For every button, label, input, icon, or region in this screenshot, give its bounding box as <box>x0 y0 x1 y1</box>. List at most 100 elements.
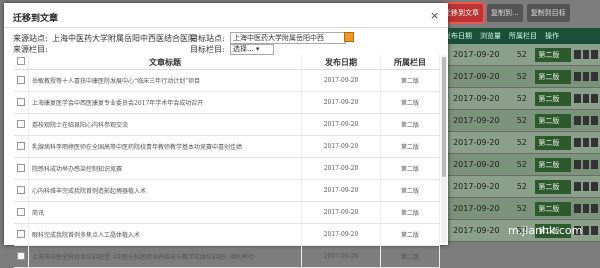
row-checkbox[interactable] <box>17 185 25 194</box>
table-row[interactable]: 眼科完成我院首例多焦点人工晶体植入术 2017-09-20 第二版 <box>14 223 440 246</box>
row-views: 52 <box>516 138 527 147</box>
edit-icon[interactable] <box>591 182 598 191</box>
row-views: 52 <box>516 160 527 169</box>
copy-button[interactable]: 复制到... <box>487 4 523 22</box>
close-icon[interactable]: × <box>430 9 439 22</box>
site-picker-icon[interactable] <box>344 32 354 42</box>
table-row[interactable]: 简讯 2017-09-20 第二版 <box>14 201 440 224</box>
article-column: 第二版 <box>380 135 440 158</box>
move-up-icon[interactable] <box>574 160 581 169</box>
row-checkbox[interactable] <box>17 229 25 238</box>
article-title: 荔枝观院士在临县阳心内科参观交流 <box>28 113 302 136</box>
select-all-checkbox[interactable] <box>17 57 25 65</box>
background-row: ✓2017-09-2052第二版 <box>440 198 600 220</box>
dialog-scrollbar-thumb[interactable] <box>442 57 446 177</box>
target-column-select[interactable]: 选择... ▾ <box>230 44 274 55</box>
copy-target-button[interactable]: 复制到目标 <box>526 4 570 22</box>
row-column-badge: 第二版 <box>535 201 572 216</box>
background-table-header: 发布日期 浏览量 所属栏目 操作 <box>440 28 600 44</box>
article-column: 第二版 <box>380 69 440 92</box>
table-row[interactable]: 院感科成功举办感染控制知识竞赛 2017-09-20 第二版 <box>14 157 440 180</box>
edit-icon[interactable] <box>591 204 598 213</box>
row-column-badge: 第二版 <box>535 113 572 128</box>
select-all-cell <box>14 55 29 70</box>
dialog-title: 迁移到文章 <box>13 14 59 24</box>
table-row[interactable]: 心内科维丰完成我院首例造影起搏器植入术 2017-09-20 第二版 <box>14 179 440 202</box>
row-checkbox[interactable] <box>17 163 25 172</box>
background-row: ✓2017-09-2052第二版 <box>440 110 600 132</box>
row-select-cell <box>14 135 29 158</box>
move-down-icon[interactable] <box>582 204 590 213</box>
source-site-label: 来源站点: <box>13 34 48 43</box>
move-down-icon[interactable] <box>582 138 590 147</box>
move-down-icon[interactable] <box>582 94 590 103</box>
table-row[interactable]: 荔枝观院士在临县阳心内科参观交流 2017-09-20 第二版 <box>14 113 440 136</box>
move-up-icon[interactable] <box>574 204 581 213</box>
source-column-label: 来源栏目: <box>13 45 48 54</box>
move-up-icon[interactable] <box>574 94 581 103</box>
row-date: 2017-09-20 <box>453 72 500 81</box>
article-table-header: 文章标题 发布日期 所属栏目 <box>14 55 440 70</box>
row-select-cell <box>14 179 29 202</box>
article-date: 2017-09-20 <box>301 245 381 268</box>
move-up-icon[interactable] <box>574 116 581 125</box>
move-up-icon[interactable] <box>574 182 581 191</box>
move-up-icon[interactable] <box>574 138 581 147</box>
article-title: 乳腺病科李雨婷医师在全国高等中医药院校青年教师教学基本功竞赛中喜创佳绩 <box>28 135 302 158</box>
move-down-icon[interactable] <box>582 72 590 81</box>
table-row[interactable]: 岳敏教授等十人喜获中康医院发展中心“临床三年行动计划”项目 2017-09-20 第… <box>14 69 440 92</box>
edit-icon[interactable] <box>591 50 598 59</box>
row-date: 2017-09-20 <box>453 138 500 147</box>
article-date: 2017-09-20 <box>301 157 381 180</box>
row-column-badge: 第二版 <box>535 179 572 194</box>
move-down-icon[interactable] <box>582 50 590 59</box>
row-column-badge: 第二版 <box>535 135 572 150</box>
move-down-icon[interactable] <box>582 182 590 191</box>
row-checkbox[interactable] <box>17 207 25 216</box>
move-down-icon[interactable] <box>582 160 590 169</box>
edit-icon[interactable] <box>591 160 598 169</box>
target-site-input[interactable]: 上海中医药大学附属岳阳中西 <box>230 32 346 44</box>
move-down-icon[interactable] <box>582 226 590 235</box>
article-title: 上海康复医学会中西医康复专业委员会2017年学术年会成功召开 <box>28 91 302 114</box>
row-views: 52 <box>516 94 527 103</box>
dialog-divider <box>4 27 448 28</box>
target-column-value: 选择... <box>233 45 254 53</box>
source-site-value: 上海中医药大学附属岳阳中西医结合医院 <box>52 34 196 43</box>
table-row[interactable]: 乳腺病科李雨婷医师在全国高等中医药院校青年教师教学基本功竞赛中喜创佳绩 2017-… <box>14 135 440 158</box>
row-date: 2017-09-20 <box>453 182 500 191</box>
article-title: 简讯 <box>28 201 302 224</box>
move-up-icon[interactable] <box>574 50 581 59</box>
row-date: 2017-09-20 <box>453 204 500 213</box>
move-down-icon[interactable] <box>582 116 590 125</box>
edit-icon[interactable] <box>591 226 598 235</box>
row-checkbox[interactable] <box>17 141 25 150</box>
edit-icon[interactable] <box>591 138 598 147</box>
row-checkbox[interactable] <box>17 75 25 84</box>
edit-icon[interactable] <box>591 116 598 125</box>
edit-icon[interactable] <box>591 72 598 81</box>
table-row[interactable]: 上海康复医学会中西医康复专业委员会2017年学术年会成功召开 2017-09-20… <box>14 91 440 114</box>
row-date: 2017-09-20 <box>453 116 500 125</box>
header-title: 文章标题 <box>28 55 302 70</box>
header-publish-date: 发布日期 <box>301 55 381 70</box>
table-row[interactable]: 上海市中医全科师资培训班暨《中医全科医师培养临床与教学实践培训班》顺利举行 201… <box>14 245 440 268</box>
background-row: ✓2017-09-2052第二版 <box>440 88 600 110</box>
move-up-icon[interactable] <box>574 72 581 81</box>
background-row: ✓2017-09-2052第二版 <box>440 154 600 176</box>
article-date: 2017-09-20 <box>301 135 381 158</box>
edit-icon[interactable] <box>591 94 598 103</box>
row-select-cell <box>14 223 29 246</box>
article-title: 岳敏教授等十人喜获中康医院发展中心“临床三年行动计划”项目 <box>28 69 302 92</box>
row-date: 2017-09-20 <box>453 94 500 103</box>
header-column: 所属栏目 <box>509 32 537 40</box>
row-checkbox[interactable] <box>17 119 25 128</box>
row-checkbox[interactable] <box>17 97 25 106</box>
article-title: 院感科成功举办感染控制知识竞赛 <box>28 157 302 180</box>
background-row: ✓2017-09-2052第二版 <box>440 176 600 198</box>
row-select-cell <box>14 245 29 268</box>
background-row: ✓2017-09-2052第二版 <box>440 132 600 154</box>
target-site-label: 目标站点: <box>190 34 225 43</box>
row-checkbox[interactable] <box>17 251 25 260</box>
header-actions: 操作 <box>545 32 559 40</box>
